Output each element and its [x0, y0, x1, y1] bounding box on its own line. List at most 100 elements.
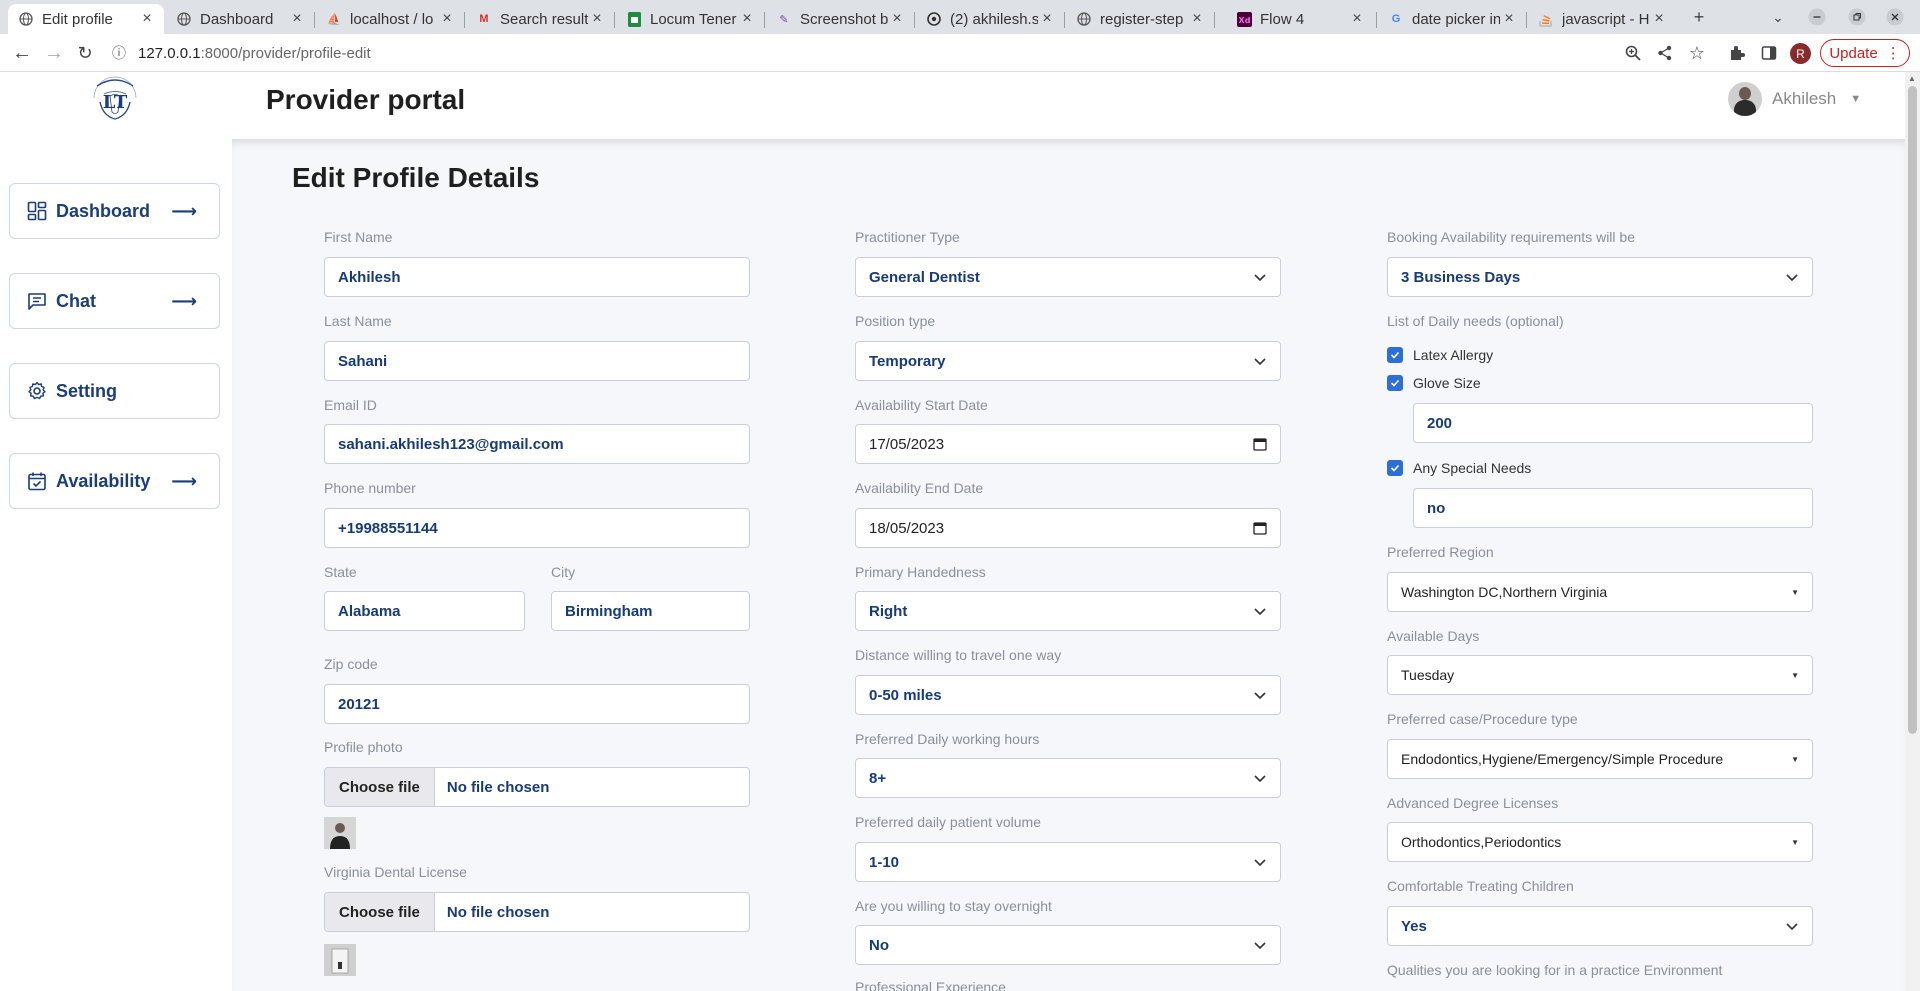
state-input[interactable]: Alabama: [324, 591, 525, 631]
site-info-icon[interactable]: ⓘ: [108, 43, 130, 63]
close-tab-icon[interactable]: ×: [1650, 10, 1668, 28]
scrollbar-thumb[interactable]: [1908, 86, 1917, 734]
checkbox-label: Any Special Needs: [1413, 460, 1532, 476]
close-tab-icon[interactable]: ×: [138, 10, 156, 28]
globe-icon: [18, 11, 34, 27]
tab-gmail[interactable]: M Search result ×: [466, 4, 614, 34]
close-tab-icon[interactable]: ×: [738, 10, 756, 28]
hours-select[interactable]: 8+: [855, 758, 1281, 798]
special-needs-input[interactable]: no: [1413, 488, 1813, 528]
children-select[interactable]: Yes: [1387, 906, 1813, 946]
license-label: Virginia Dental License: [324, 864, 467, 880]
close-tab-icon[interactable]: ×: [588, 10, 606, 28]
handedness-select[interactable]: Right: [855, 591, 1281, 631]
back-icon[interactable]: ←: [9, 40, 35, 66]
chevron-down-icon: [1254, 358, 1266, 366]
user-menu[interactable]: Akhilesh ▼: [1728, 82, 1861, 116]
restore-icon[interactable]: [1846, 4, 1868, 30]
url-field[interactable]: ⓘ 127.0.0.1 :8000/provider/profile-edit: [108, 38, 1633, 68]
glove-size-input[interactable]: 200: [1413, 403, 1813, 443]
zip-input[interactable]: 20121: [324, 684, 750, 724]
profile-photo-file-input[interactable]: Choose file No file chosen: [324, 767, 750, 807]
caret-down-icon: ▼: [1791, 837, 1799, 847]
reload-icon[interactable]: ↻: [72, 40, 98, 66]
practitioner-type-select[interactable]: General Dentist: [855, 257, 1281, 297]
checkbox-checked-icon[interactable]: [1387, 347, 1403, 363]
close-tab-icon[interactable]: ×: [288, 10, 306, 28]
sidebar-item-dashboard[interactable]: Dashboard ⟶: [9, 183, 220, 239]
tab-phpmyadmin[interactable]: ⛵ localhost / lo ×: [316, 4, 464, 34]
chevron-down-icon: [1254, 859, 1266, 867]
procedure-multiselect[interactable]: Endodontics,Hygiene/Emergency/Simple Pro…: [1387, 739, 1813, 779]
start-date-input[interactable]: 17/05/2023: [855, 424, 1281, 464]
first-name-input[interactable]: Akhilesh: [324, 257, 750, 297]
close-tab-icon[interactable]: ×: [1348, 10, 1366, 28]
close-tab-icon[interactable]: ×: [1038, 10, 1056, 28]
page: LT Provider portal Akhilesh ▼ Dashboard …: [0, 72, 1905, 991]
user-name: Akhilesh: [1772, 89, 1837, 108]
tab-google-search[interactable]: G date picker in ×: [1378, 4, 1526, 34]
new-tab-icon[interactable]: +: [1686, 4, 1712, 30]
tab-sheets[interactable]: Locum Tener ×: [616, 4, 764, 34]
checkbox-checked-icon[interactable]: [1387, 460, 1403, 476]
days-label: Available Days: [1387, 628, 1480, 644]
svg-text:LT: LT: [103, 92, 128, 113]
tab-stackoverflow[interactable]: javascript - H ×: [1528, 4, 1676, 34]
overnight-select[interactable]: No: [855, 925, 1281, 965]
calendar-check-icon: [28, 472, 46, 491]
site-logo[interactable]: LT: [88, 72, 142, 126]
city-input[interactable]: Birmingham: [551, 591, 750, 631]
tab-register-step[interactable]: register-step ×: [1066, 4, 1214, 34]
latex-allergy-checkbox[interactable]: Latex Allergy: [1387, 347, 1493, 363]
email-input[interactable]: sahani.akhilesh123@gmail.com: [324, 424, 750, 464]
caret-down-icon: ▼: [1791, 754, 1799, 764]
days-multiselect[interactable]: Tuesday ▼: [1387, 655, 1813, 695]
tab-divider: [764, 12, 765, 28]
minimize-icon[interactable]: [1806, 4, 1828, 30]
distance-select[interactable]: 0-50 miles: [855, 675, 1281, 715]
scroll-up-arrow-icon[interactable]: ▲: [1908, 74, 1916, 83]
bookmark-star-icon[interactable]: ☆: [1686, 42, 1708, 64]
tab-search-chevron-icon[interactable]: ⌄: [1766, 4, 1790, 30]
region-multiselect[interactable]: Washington DC,Northern Virginia ▼: [1387, 572, 1813, 612]
tab-akhilesh[interactable]: (2) akhilesh.s ×: [916, 4, 1064, 34]
feather-icon: ✎: [779, 13, 789, 26]
extensions-icon[interactable]: [1726, 42, 1748, 64]
close-tab-icon[interactable]: ×: [438, 10, 456, 28]
booking-select[interactable]: 3 Business Days: [1387, 257, 1813, 297]
sidebar-item-chat[interactable]: Chat ⟶: [9, 273, 220, 329]
chevron-down-icon: [1254, 775, 1266, 783]
profile-avatar[interactable]: R: [1790, 43, 1811, 64]
special-needs-checkbox[interactable]: Any Special Needs: [1387, 460, 1531, 476]
close-tab-icon[interactable]: ×: [1500, 10, 1518, 28]
sidebar-item-availability[interactable]: Availability ⟶: [9, 453, 220, 509]
checkbox-checked-icon[interactable]: [1387, 375, 1403, 391]
close-tab-icon[interactable]: ×: [888, 10, 906, 28]
end-date-input[interactable]: 18/05/2023: [855, 508, 1281, 548]
patient-volume-select[interactable]: 1-10: [855, 842, 1281, 882]
license-file-input[interactable]: Choose file No file chosen: [324, 892, 750, 932]
close-tab-icon[interactable]: ×: [1188, 10, 1206, 28]
page-scrollbar[interactable]: ▲: [1905, 72, 1920, 991]
tab-flow4[interactable]: Xd Flow 4 ×: [1226, 4, 1374, 34]
file-status: No file chosen: [446, 903, 550, 921]
tab-title: date picker in: [1412, 10, 1500, 28]
position-type-select[interactable]: Temporary: [855, 341, 1281, 381]
phone-input[interactable]: +19988551144: [324, 508, 750, 548]
side-panel-icon[interactable]: [1758, 42, 1780, 64]
last-name-input[interactable]: Sahani: [324, 341, 750, 381]
share-icon[interactable]: [1654, 42, 1676, 64]
choose-file-button[interactable]: Choose file: [325, 893, 435, 931]
practitioner-type-label: Practitioner Type: [855, 229, 960, 245]
tab-dashboard[interactable]: Dashboard ×: [166, 4, 314, 34]
close-window-icon[interactable]: [1884, 4, 1906, 30]
zoom-icon[interactable]: [1622, 42, 1644, 64]
forward-icon[interactable]: →: [41, 40, 67, 66]
tab-edit-profile[interactable]: Edit profile ×: [8, 4, 164, 34]
licenses-multiselect[interactable]: Orthodontics,Periodontics ▼: [1387, 822, 1813, 862]
tab-screenshot[interactable]: ✎ Screenshot b ×: [766, 4, 914, 34]
choose-file-button[interactable]: Choose file: [325, 768, 435, 806]
glove-size-checkbox[interactable]: Glove Size: [1387, 375, 1481, 391]
sidebar-item-setting[interactable]: Setting: [9, 363, 220, 419]
update-button[interactable]: Update ⋮: [1820, 39, 1910, 67]
